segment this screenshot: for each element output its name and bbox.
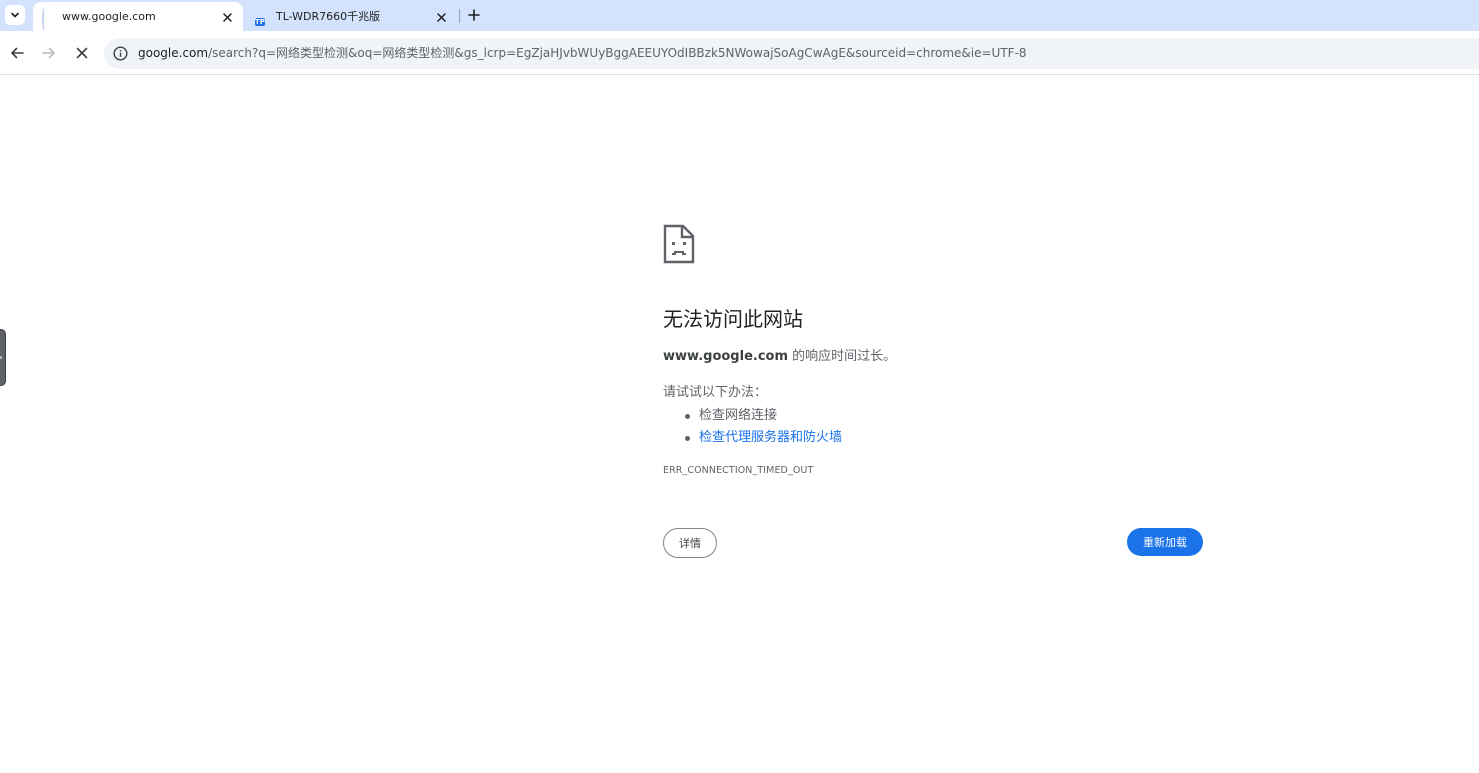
browser-toolbar: google.com/search?q=网络类型检测&oq=网络类型检测&gs_… [0,31,1479,75]
url-text[interactable]: google.com/search?q=网络类型检测&oq=网络类型检测&gs_… [138,45,1027,62]
tab-separator [459,9,460,23]
tab-title: TL-WDR7660千兆版 [276,10,381,23]
new-tab-button[interactable] [465,6,483,24]
suggestion-check-proxy-link[interactable]: 检查代理服务器和防火墙 [685,427,842,449]
address-bar[interactable]: google.com/search?q=网络类型检测&oq=网络类型检测&gs_… [104,38,1479,69]
reload-button[interactable]: 重新加载 [1127,528,1203,556]
loading-spinner-icon [41,7,57,30]
details-button[interactable]: 详情 [663,528,717,558]
error-code: ERR_CONNECTION_TIMED_OUT [663,465,814,476]
suggestions-list: 检查网络连接 检查代理服务器和防火墙 [685,405,842,449]
arrow-left-icon [11,47,24,59]
error-host: www.google.com [663,349,789,364]
plus-icon [468,9,480,21]
chevron-down-icon [11,12,19,18]
tab-close-button[interactable] [219,9,235,25]
error-title: 无法访问此网站 [663,307,803,331]
arrow-right-icon [42,47,55,59]
forward-button[interactable] [40,44,58,62]
tab-title: www.google.com [62,10,156,23]
tab-close-button[interactable] [433,9,449,25]
close-icon [436,12,446,22]
error-summary: www.google.com 的响应时间过长。 [663,348,896,366]
tab-strip: www.google.com TP TL-WDR7660千兆版 [0,0,1479,31]
url-path: /search?q=网络类型检测&oq=网络类型检测&gs_lcrp=EgZja… [208,46,1027,60]
tab-search-button[interactable] [5,5,25,25]
tp-link-icon: TP [255,18,265,26]
sad-page-icon [663,224,695,264]
stop-loading-button[interactable] [73,44,91,62]
suggestion-check-network: 检查网络连接 [685,405,842,427]
grip-icon [0,356,2,359]
close-icon [76,47,88,59]
suggestions-label: 请试试以下办法： [663,385,768,400]
back-button[interactable] [8,44,26,62]
info-icon [113,46,128,61]
url-host: google.com [138,46,209,60]
site-info-button[interactable] [112,45,129,62]
side-panel-handle[interactable] [0,329,6,386]
close-icon [222,12,232,22]
tab-google[interactable]: www.google.com [33,2,243,31]
tab-router[interactable]: TP TL-WDR7660千兆版 [247,2,457,31]
error-summary-text: 的响应时间过长。 [788,349,897,364]
